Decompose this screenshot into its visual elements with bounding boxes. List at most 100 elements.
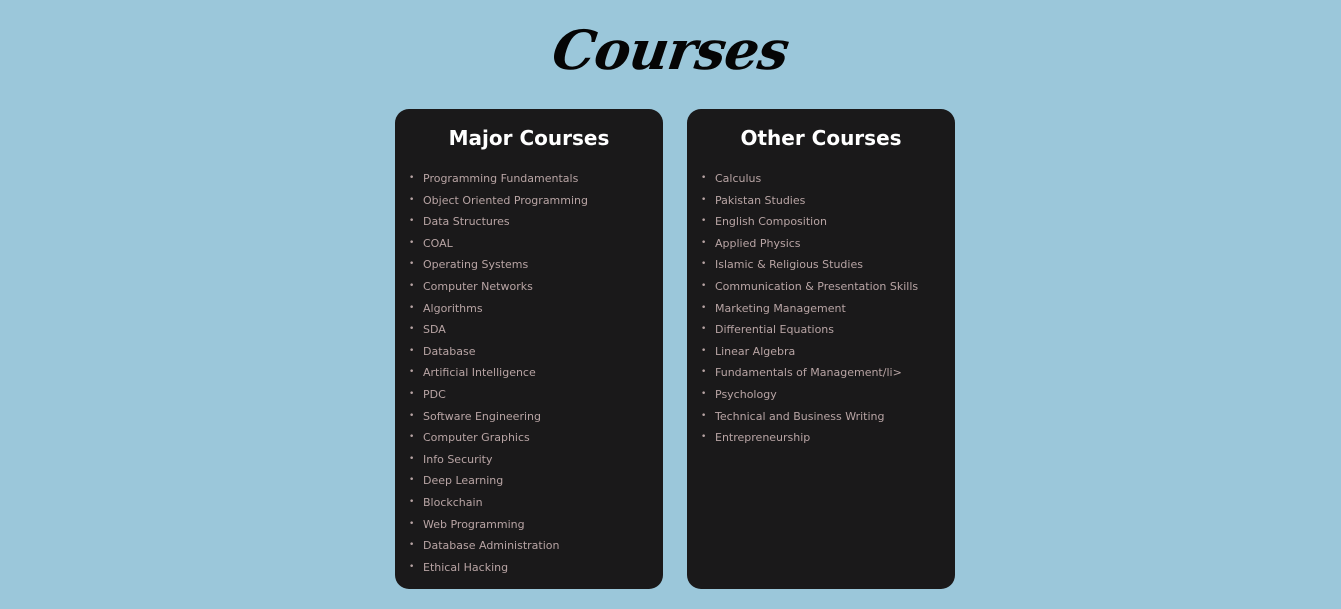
course-label: Computer Networks [423, 279, 533, 293]
course-label: Database Administration [423, 539, 560, 553]
course-label: Object Oriented Programming [423, 193, 588, 207]
course-item: • Pakistan Studies [701, 190, 955, 212]
course-item: • Technical and Business Writing [701, 406, 955, 428]
course-item: • English Composition [701, 211, 955, 233]
course-item: • Artificial Intelligence [409, 362, 663, 384]
bullet-icon: • [409, 518, 415, 529]
bullet-icon: • [701, 410, 707, 421]
course-label: Linear Algebra [715, 344, 796, 358]
course-label: Data Structures [423, 215, 510, 229]
course-item: • Algorithms [409, 298, 663, 320]
course-label: Info Security [423, 452, 493, 466]
course-item: • Marketing Management [701, 298, 955, 320]
course-label: Blockchain [423, 495, 483, 509]
course-label: Deep Learning [423, 474, 504, 488]
course-item: • Calculus [701, 168, 955, 190]
bullet-icon: • [409, 432, 415, 443]
course-item: • Object Oriented Programming [409, 190, 663, 212]
course-label: Computer Graphics [423, 431, 530, 445]
other-courses-list: • Calculus • Pakistan Studies • English Compo… [687, 168, 955, 449]
course-label: PDC [423, 387, 446, 401]
course-item: • Deep Learning [409, 470, 663, 492]
major-courses-title: Major Courses [448, 126, 610, 150]
course-item: • Differential Equations [701, 319, 955, 341]
course-label: Ethical Hacking [423, 560, 509, 574]
bullet-icon: • [409, 345, 415, 356]
course-label: Pakistan Studies [715, 193, 806, 207]
course-item: • Linear Algebra [701, 341, 955, 363]
bullet-icon: • [701, 302, 707, 313]
course-item: • Database [409, 341, 663, 363]
bullet-icon: • [701, 216, 707, 227]
bullet-icon: • [409, 540, 415, 551]
bullet-icon: • [409, 237, 415, 248]
bullet-icon: • [409, 496, 415, 507]
bullet-icon: • [701, 324, 707, 335]
course-label: Psychology [715, 387, 777, 401]
bullet-icon: • [701, 237, 707, 248]
course-label: COAL [423, 236, 453, 250]
course-label: Communication & Presentation Skills [715, 279, 919, 293]
course-item: • Web Programming [409, 514, 663, 536]
course-item: • Communication & Presentation Skills [701, 276, 955, 298]
course-item: • Psychology [701, 384, 955, 406]
bullet-icon: • [409, 367, 415, 378]
course-item: • Computer Networks [409, 276, 663, 298]
bullet-icon: • [409, 194, 415, 205]
bullet-icon: • [409, 453, 415, 464]
course-label: Artificial Intelligence [423, 366, 536, 380]
course-item: • Blockchain [409, 492, 663, 514]
course-item: • Computer Graphics [409, 427, 663, 449]
course-label: Islamic & Religious Studies [715, 258, 863, 272]
course-item: • COAL [409, 233, 663, 255]
course-label: Web Programming [423, 517, 525, 531]
bullet-icon: • [701, 280, 707, 291]
course-item: • PDC [409, 384, 663, 406]
other-courses-title: Other Courses [740, 126, 902, 150]
course-label: Calculus [715, 172, 762, 185]
course-item: • Entrepreneurship [701, 427, 955, 449]
course-label: Entrepreneurship [715, 431, 811, 445]
bullet-icon: • [409, 324, 415, 335]
bullet-icon: • [409, 302, 415, 313]
course-label: Fundamentals of Management/li> [715, 366, 902, 380]
bullet-icon: • [701, 388, 707, 399]
bullet-icon: • [701, 173, 707, 183]
major-courses-list: • Programming Fundamentals • Object Oriente… [395, 168, 663, 578]
course-item: • Programming Fundamentals [409, 168, 663, 190]
bullet-icon: • [409, 259, 415, 270]
course-label: Programming Fundamentals [423, 172, 579, 185]
bullet-icon: • [701, 259, 707, 270]
course-item: • Applied Physics [701, 233, 955, 255]
major-courses-card: Major Courses • Programming Fundamentals •… [395, 109, 663, 589]
course-label: English Composition [715, 215, 827, 229]
course-label: Algorithms [423, 301, 483, 315]
course-item: • Ethical Hacking [409, 557, 663, 579]
bullet-icon: • [409, 216, 415, 227]
bullet-icon: • [409, 173, 415, 183]
bullet-icon: • [409, 388, 415, 399]
bullet-icon: • [701, 432, 707, 443]
page-title: Courses [548, 18, 793, 82]
course-label: Operating Systems [423, 258, 529, 272]
course-item: • Fundamentals of Management/li> [701, 362, 955, 384]
bullet-icon: • [409, 410, 415, 421]
course-item: • Operating Systems [409, 254, 663, 276]
other-courses-card: Other Courses • Calculus • Pakistan Studies… [687, 109, 955, 589]
course-item: • Database Administration [409, 535, 663, 557]
course-item: • Islamic & Religious Studies [701, 254, 955, 276]
bullet-icon: • [701, 345, 707, 356]
course-label: Database [423, 344, 476, 358]
course-label: SDA [423, 323, 446, 337]
bullet-icon: • [701, 194, 707, 205]
course-label: Applied Physics [715, 236, 801, 250]
bullet-icon: • [409, 561, 415, 572]
bullet-icon: • [701, 367, 707, 378]
bullet-icon: • [409, 280, 415, 291]
course-item: • SDA [409, 319, 663, 341]
course-label: Software Engineering [423, 409, 541, 423]
course-label: Differential Equations [715, 323, 835, 337]
course-label: Marketing Management [715, 301, 846, 315]
bullet-icon: • [409, 475, 415, 486]
course-item: • Software Engineering [409, 406, 663, 428]
